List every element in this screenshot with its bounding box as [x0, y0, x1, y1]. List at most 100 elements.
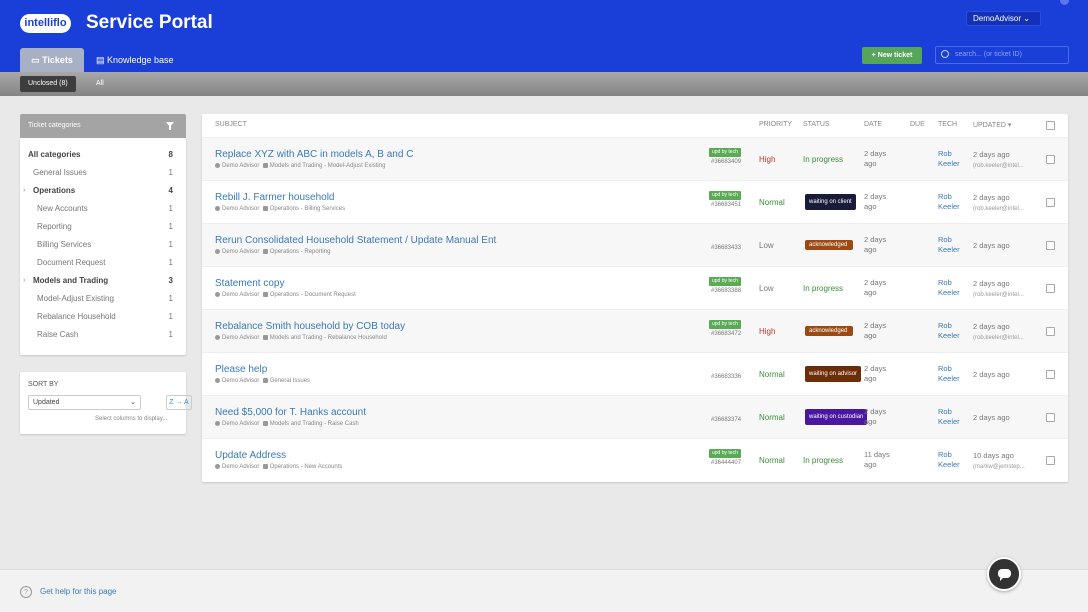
filter-unclosed[interactable]: Unclosed (8)	[20, 76, 76, 92]
ticket-subject-link[interactable]: Rebalance Smith household by COB today	[215, 321, 405, 332]
category-new-accounts[interactable]: New Accounts 1	[20, 200, 186, 217]
row-checkbox[interactable]	[1046, 456, 1055, 465]
user-menu[interactable]: DemoAdvisor ⌄	[966, 11, 1041, 26]
top-header: intelliflo Service Portal DemoAdvisor ⌄ …	[0, 0, 1088, 72]
table-row[interactable]: Update Address Demo Advisor Operations - …	[202, 438, 1068, 481]
tech-link[interactable]: Rob Keeler	[938, 235, 960, 255]
category-model-adjust-existing[interactable]: Model-Adjust Existing 1	[20, 290, 186, 307]
updated-value: 2 days ago (rob.keeler@intel...	[973, 150, 1024, 169]
ticket-subject-link[interactable]: Please help	[215, 364, 267, 375]
ticket-subject-link[interactable]: Update Address	[215, 450, 286, 461]
column-updated[interactable]: UPDATED ▾	[973, 121, 1011, 129]
ticket-subject-link[interactable]: Replace XYZ with ABC in models A, B and …	[215, 149, 413, 160]
filter-all[interactable]: All	[96, 76, 104, 92]
column-priority[interactable]: PRIORITY	[759, 121, 792, 128]
ticket-subject-link[interactable]: Need $5,000 for T. Hanks account	[215, 407, 366, 418]
folder-icon	[262, 292, 268, 297]
column-date[interactable]: DATE	[864, 121, 882, 128]
updated-by-tech-badge: upd by tech	[709, 191, 741, 200]
table-row[interactable]: Rebalance Smith household by COB today De…	[202, 309, 1068, 352]
sort-label: SORT BY	[28, 381, 59, 388]
priority-value: High	[759, 155, 776, 164]
select-all-checkbox[interactable]	[1046, 121, 1055, 130]
category-reporting[interactable]: Reporting 1	[20, 218, 186, 235]
tech-link[interactable]: Rob Keeler	[938, 407, 960, 427]
help-link[interactable]: Get help for this page	[40, 587, 117, 596]
ticket-subject-link[interactable]: Rerun Consolidated Household Statement /…	[215, 235, 496, 246]
ticket-date: 2 days ago	[864, 321, 887, 340]
column-tech[interactable]: TECH	[938, 121, 957, 128]
ticket-meta: Demo Advisor Operations - Reporting	[215, 249, 330, 255]
help-icon[interactable]: ?	[20, 586, 32, 598]
category-operations[interactable]: › Operations 4	[20, 182, 186, 199]
row-checkbox[interactable]	[1046, 198, 1055, 207]
table-row[interactable]: Rebill J. Farmer household Demo Advisor O…	[202, 180, 1068, 223]
category-rebalance-household[interactable]: Rebalance Household 1	[20, 308, 186, 325]
tech-link[interactable]: Rob Keeler	[938, 149, 960, 169]
updated-value: 2 days ago (rob.keeler@intel...	[973, 279, 1024, 298]
table-row[interactable]: Please help Demo Advisor General Issues #3…	[202, 352, 1068, 395]
tech-link[interactable]: Rob Keeler	[938, 364, 960, 384]
tab-knowledge-base[interactable]: ▤ Knowledge base	[96, 48, 174, 72]
person-icon	[215, 163, 220, 168]
folder-icon	[262, 335, 268, 340]
filter-icon[interactable]	[166, 122, 174, 130]
folder-icon	[262, 249, 268, 254]
priority-value: Normal	[759, 413, 785, 422]
priority-value: High	[759, 327, 776, 336]
person-icon	[215, 378, 220, 383]
ticket-meta: Demo Advisor Models and Trading - Model-…	[215, 163, 385, 169]
row-checkbox[interactable]	[1046, 284, 1055, 293]
ticket-subject-link[interactable]: Rebill J. Farmer household	[215, 192, 335, 203]
folder-icon	[262, 464, 268, 469]
column-subject[interactable]: SUBJECT	[215, 121, 247, 128]
ticket-id: #36444407	[711, 460, 742, 466]
column-due[interactable]: DUE	[910, 121, 925, 128]
folder-icon	[262, 378, 268, 383]
select-columns-link[interactable]: Select columns to display...	[95, 416, 167, 422]
categories-panel: All categories 8 General Issues 1 › Operati…	[20, 138, 186, 355]
ticket-subject-link[interactable]: Statement copy	[215, 278, 284, 289]
updated-value: 10 days ago (markw@jemstep...	[973, 451, 1025, 470]
person-icon	[215, 464, 220, 469]
row-checkbox[interactable]	[1046, 370, 1055, 379]
new-ticket-button[interactable]: + New ticket	[862, 47, 922, 64]
category-models-and-trading[interactable]: › Models and Trading 3	[20, 272, 186, 289]
sort-select[interactable]: Updated ⌄	[28, 395, 141, 410]
person-icon	[215, 249, 220, 254]
priority-value: Low	[759, 284, 774, 293]
category-billing-services[interactable]: Billing Services 1	[20, 236, 186, 253]
status-badge: waiting on client	[805, 194, 856, 210]
row-checkbox[interactable]	[1046, 413, 1055, 422]
tech-link[interactable]: Rob Keeler	[938, 192, 960, 212]
category-general-issues[interactable]: General Issues 1	[20, 164, 186, 181]
row-checkbox[interactable]	[1046, 241, 1055, 250]
updated-by-tech-badge: upd by tech	[709, 320, 741, 329]
table-row[interactable]: Rerun Consolidated Household Statement /…	[202, 223, 1068, 266]
table-row[interactable]: Statement copy Demo Advisor Operations - …	[202, 266, 1068, 309]
sort-direction-button[interactable]: Z → A	[166, 395, 192, 410]
chevron-right-icon: ›	[23, 187, 26, 194]
person-icon	[215, 421, 220, 426]
tech-link[interactable]: Rob Keeler	[938, 278, 960, 298]
person-icon	[215, 206, 220, 211]
column-status[interactable]: STATUS	[803, 121, 830, 128]
search-input[interactable]: search... (or ticket ID)	[935, 46, 1069, 64]
updated-value: 2 days ago	[973, 241, 1010, 250]
status-value: In progress	[803, 456, 844, 465]
tech-link[interactable]: Rob Keeler	[938, 321, 960, 341]
intelliflo-logo[interactable]: intelliflo	[20, 14, 71, 33]
ticket-date: 2 days ago	[864, 364, 887, 383]
category-raise-cash[interactable]: Raise Cash 1	[20, 326, 186, 343]
updated-value: 2 days ago (rob.keeler@intel...	[973, 322, 1024, 341]
chat-button[interactable]	[987, 557, 1021, 591]
category-document-request[interactable]: Document Request 1	[20, 254, 186, 271]
table-row[interactable]: Need $5,000 for T. Hanks account Demo Adv…	[202, 395, 1068, 438]
category-all[interactable]: All categories 8	[20, 146, 186, 163]
tech-link[interactable]: Rob Keeler	[938, 450, 960, 470]
table-row[interactable]: Replace XYZ with ABC in models A, B and …	[202, 137, 1068, 180]
tab-tickets[interactable]: ▭ Tickets	[20, 48, 84, 72]
row-checkbox[interactable]	[1046, 327, 1055, 336]
row-checkbox[interactable]	[1046, 155, 1055, 164]
close-icon[interactable]	[1060, 0, 1069, 5]
